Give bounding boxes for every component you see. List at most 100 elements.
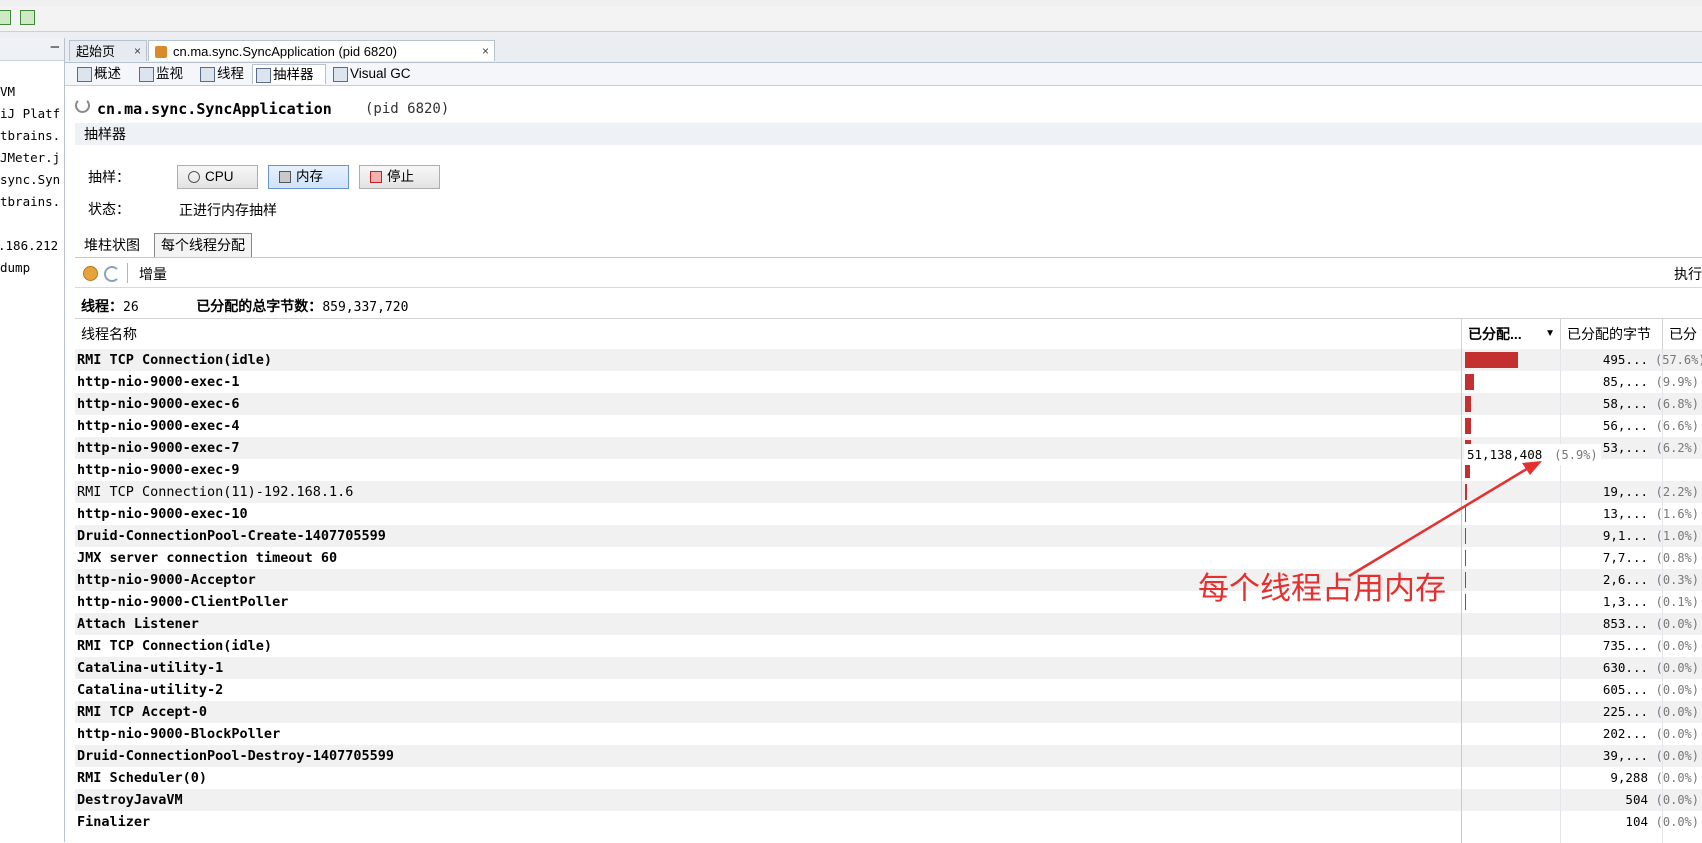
table-row[interactable]: http-nio-9000-Acceptor 2,6... (0.3%): [75, 569, 1702, 591]
tab-start-page-label: 起始页: [76, 44, 116, 59]
table-row[interactable]: http-nio-9000-exec-9: [75, 459, 1702, 481]
add-snapshot-icon[interactable]: [20, 10, 35, 25]
tree-item[interactable]: tbrains.: [0, 194, 60, 209]
table-body: RMI TCP Connection(idle) 495... (57.6%) htt…: [75, 349, 1702, 833]
allocation-bar-track: [1465, 770, 1557, 786]
tab-threads-label: 线程: [217, 66, 244, 81]
pause-icon[interactable]: [83, 266, 98, 281]
allocation-bar-track: [1465, 594, 1557, 610]
refresh-icon[interactable]: [104, 266, 120, 282]
thread-name: http-nio-9000-exec-6: [77, 396, 240, 412]
sample-label: 抽样：: [88, 169, 130, 185]
column-allocated-cut[interactable]: 已分: [1663, 319, 1702, 349]
allocated-bytes: 735...: [1602, 638, 1648, 653]
close-icon[interactable]: ×: [482, 41, 489, 62]
allocated-bytes: 7,7...: [1602, 550, 1648, 565]
allocation-bar: [1465, 550, 1466, 566]
status-value: 正进行内存抽样: [179, 202, 277, 218]
allocation-bar-track: [1465, 682, 1557, 698]
allocated-bytes: 13,...: [1602, 506, 1648, 521]
table-row[interactable]: http-nio-9000-exec-4 56,... (6.6%): [75, 415, 1702, 437]
sampler-icon: [256, 68, 271, 83]
view-tabs: 概述 监视 线程 抽样器 Visual GC: [65, 63, 1702, 86]
table-row[interactable]: http-nio-9000-exec-6 58,... (6.8%): [75, 393, 1702, 415]
thread-name: RMI TCP Connection(idle): [77, 638, 273, 654]
add-jmx-icon[interactable]: [0, 10, 11, 25]
thread-name: http-nio-9000-exec-4: [77, 418, 240, 434]
allocation-bar: [1465, 484, 1467, 500]
delta-toggle[interactable]: 增量: [139, 264, 167, 284]
table-row[interactable]: RMI Scheduler(0) 9,288 (0.0%): [75, 767, 1702, 789]
loading-spinner-icon: [75, 98, 90, 113]
tree-item[interactable]: dump: [0, 260, 30, 275]
table-row[interactable]: Finalizer 104 (0.0%): [75, 811, 1702, 833]
cpu-button[interactable]: CPU: [177, 165, 258, 189]
tab-start-page[interactable]: 起始页 ×: [69, 40, 147, 61]
tab-monitor[interactable]: 监视: [136, 64, 191, 84]
tree-item[interactable]: .186.212: [0, 238, 58, 253]
chart-icon: [139, 67, 154, 82]
table-row[interactable]: RMI TCP Connection(idle) 495... (57.6%): [75, 349, 1702, 371]
table-row[interactable]: JMX server connection timeout 60 7,7... (0…: [75, 547, 1702, 569]
allocation-bar: [1465, 572, 1466, 588]
thread-name: Finalizer: [77, 814, 151, 830]
allocation-bar: [1465, 418, 1471, 434]
allocation-summary: 线程：26 已分配的总字节数：859,337,720: [81, 296, 408, 316]
tab-sampler[interactable]: 抽样器: [252, 64, 326, 84]
allocation-bar: [1465, 396, 1471, 412]
minimize-icon[interactable]: —: [51, 39, 59, 55]
allocation-bar: [1465, 374, 1474, 390]
allocated-bytes: 104: [1625, 814, 1648, 829]
close-icon[interactable]: ×: [134, 41, 141, 62]
thread-name: http-nio-9000-exec-10: [77, 506, 248, 522]
table-row[interactable]: Catalina-utility-1 630... (0.0%): [75, 657, 1702, 679]
table-row[interactable]: http-nio-9000-exec-1 85,... (9.9%): [75, 371, 1702, 393]
table-row[interactable]: http-nio-9000-BlockPoller 202... (0.0%): [75, 723, 1702, 745]
tab-visual-gc[interactable]: Visual GC: [330, 64, 426, 84]
table-row[interactable]: Catalina-utility-2 605... (0.0%): [75, 679, 1702, 701]
threads-count-label: 线程：: [81, 298, 123, 314]
tree-item[interactable]: sync.Syn: [0, 172, 60, 187]
memory-button[interactable]: 内存: [268, 165, 349, 189]
allocated-bytes: 605...: [1602, 682, 1648, 697]
tree-item[interactable]: tbrains.: [0, 128, 60, 143]
thread-name: http-nio-9000-exec-1: [77, 374, 240, 390]
allocation-bar: [1465, 506, 1466, 522]
table-row[interactable]: Attach Listener 853... (0.0%): [75, 613, 1702, 635]
allocation-bar-track: [1465, 528, 1557, 544]
table-row[interactable]: DestroyJavaVM 504 (0.0%): [75, 789, 1702, 811]
table-row[interactable]: http-nio-9000-ClientPoller 1,3... (0.1%): [75, 591, 1702, 613]
stop-button[interactable]: 停止: [359, 165, 440, 189]
cpu-button-label: CPU: [205, 169, 234, 184]
page-title: cn.ma.sync.SyncApplication: [97, 100, 332, 118]
allocation-bar-track: [1465, 704, 1557, 720]
allocated-bytes: 56,...: [1602, 418, 1648, 433]
table-row[interactable]: RMI TCP Accept-0 225... (0.0%): [75, 701, 1702, 723]
column-allocated-bar[interactable]: 已分配... ▼: [1462, 319, 1560, 349]
tab-heap-histogram[interactable]: 堆柱状图: [78, 234, 146, 256]
tab-overview[interactable]: 概述: [74, 64, 129, 84]
threads-count-value: 26: [123, 300, 139, 315]
table-row[interactable]: RMI TCP Connection(idle) 735... (0.0%): [75, 635, 1702, 657]
tab-threads[interactable]: 线程: [197, 64, 252, 84]
thread-name: Attach Listener: [77, 616, 199, 632]
allocated-bytes: 1,3...: [1602, 594, 1648, 609]
column-allocated-bytes[interactable]: 已分配的字节: [1561, 319, 1662, 349]
table-row[interactable]: Druid-ConnectionPool-Destroy-1407705599 3…: [75, 745, 1702, 767]
table-row[interactable]: RMI TCP Connection(11)-192.168.1.6 19,...…: [75, 481, 1702, 503]
table-row[interactable]: Druid-ConnectionPool-Create-1407705599 9,…: [75, 525, 1702, 547]
tree-item[interactable]: VM: [0, 84, 15, 99]
tree-item[interactable]: JMeter.j: [0, 150, 60, 165]
allocation-bar-track: [1465, 792, 1557, 808]
tab-per-thread-allocation[interactable]: 每个线程分配: [154, 233, 252, 257]
sampler-section-title: 抽样器: [75, 123, 1702, 145]
tree-item[interactable]: iJ Platf: [0, 106, 60, 121]
execute-label[interactable]: 执行: [1674, 264, 1702, 284]
table-row[interactable]: http-nio-9000-exec-7 53,... (6.2%): [75, 437, 1702, 459]
thread-name: http-nio-9000-exec-7: [77, 440, 240, 456]
thread-name: http-nio-9000-BlockPoller: [77, 726, 281, 742]
tab-sync-application[interactable]: cn.ma.sync.SyncApplication (pid 6820) ×: [148, 40, 495, 61]
table-header: 线程名称 已分配... ▼ 已分配的字节 已分: [75, 319, 1702, 350]
table-row[interactable]: http-nio-9000-exec-10 13,... (1.6%): [75, 503, 1702, 525]
column-thread-name[interactable]: 线程名称: [75, 319, 1461, 349]
